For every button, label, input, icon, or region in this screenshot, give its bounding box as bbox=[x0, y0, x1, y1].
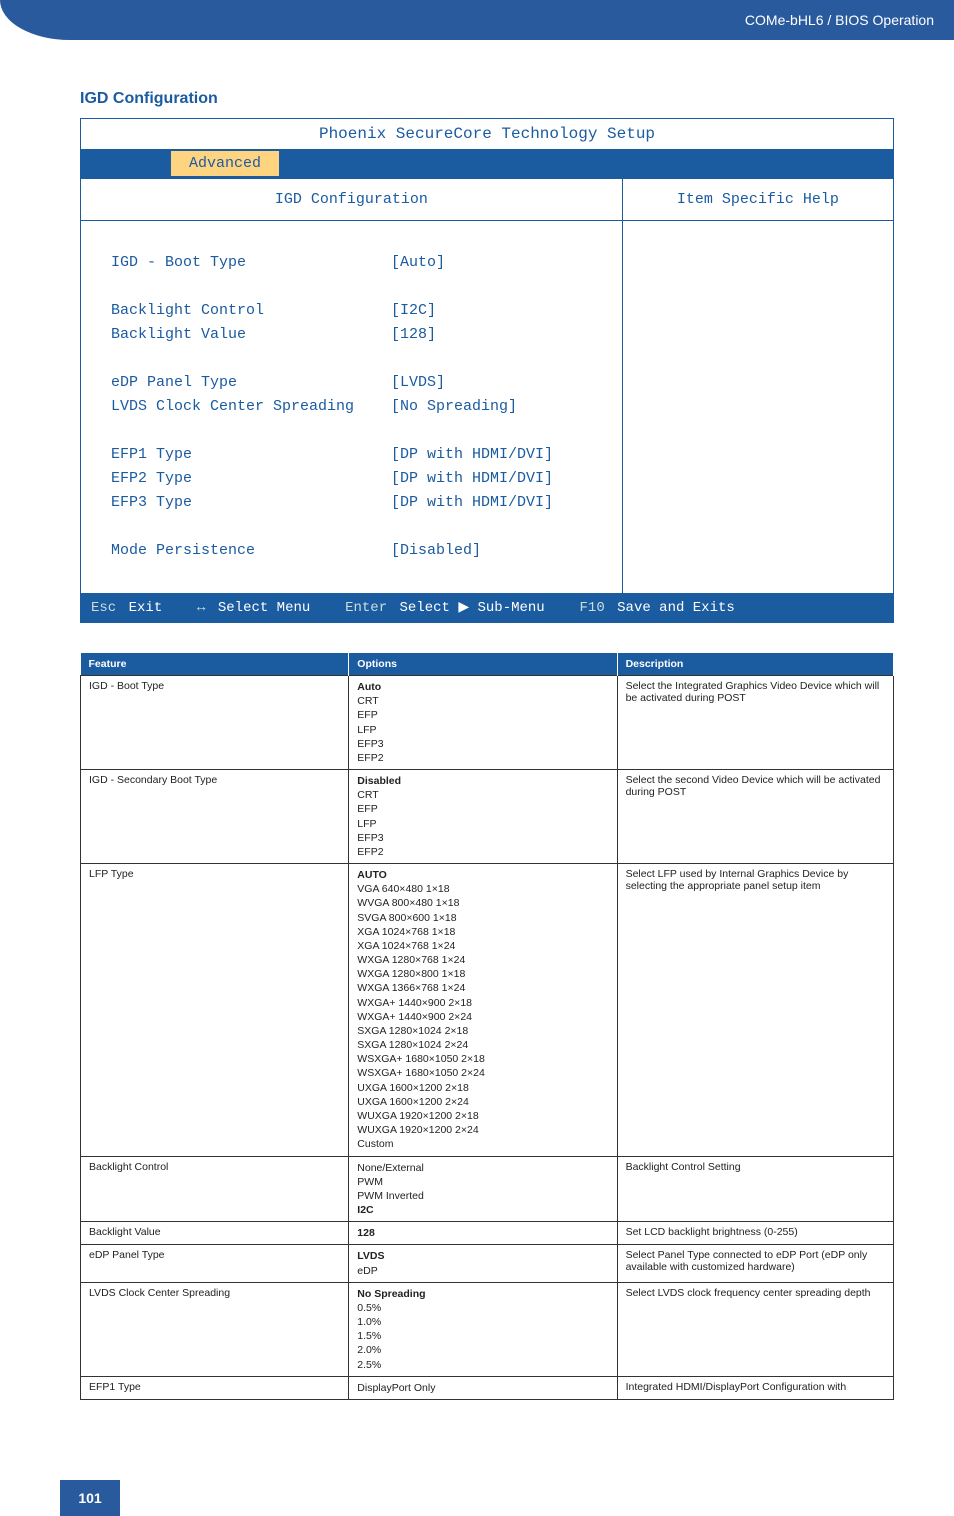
bios-main-panel: IGD Configuration IGD - Boot Type[Auto]B… bbox=[81, 179, 623, 593]
bios-help-panel: Item Specific Help bbox=[623, 179, 893, 593]
bios-setting-value: [DP with HDMI/DVI] bbox=[391, 443, 602, 467]
cell-options: LVDSeDP bbox=[349, 1245, 617, 1282]
table-header-row: Feature Options Description bbox=[81, 653, 894, 676]
cell-description: Select the second Video Device which wil… bbox=[617, 770, 893, 864]
cell-description: Select Panel Type connected to eDP Port … bbox=[617, 1245, 893, 1282]
cell-description: Select the Integrated Graphics Video Dev… bbox=[617, 676, 893, 770]
bios-setting-label: Mode Persistence bbox=[111, 539, 391, 563]
bios-key-f10: F10 bbox=[580, 600, 605, 616]
bios-body: IGD Configuration IGD - Boot Type[Auto]B… bbox=[81, 179, 893, 593]
bios-setting-value: [No Spreading] bbox=[391, 395, 602, 419]
cell-options: DisplayPort Only bbox=[349, 1376, 617, 1399]
table-row: LFP TypeAUTOVGA 640×480 1×18WVGA 800×480… bbox=[81, 864, 894, 1156]
bios-setting-row: Backlight Value[128] bbox=[111, 323, 602, 347]
bios-key-f10-label: Save and Exits bbox=[617, 600, 735, 616]
bios-setting-label: LVDS Clock Center Spreading bbox=[111, 395, 391, 419]
cell-options: No Spreading0.5%1.0%1.5%2.0%2.5% bbox=[349, 1282, 617, 1376]
table-row: IGD - Secondary Boot TypeDisabledCRTEFPL… bbox=[81, 770, 894, 864]
th-feature: Feature bbox=[81, 653, 349, 676]
bios-setting-value: [128] bbox=[391, 323, 602, 347]
cell-options: AUTOVGA 640×480 1×18WVGA 800×480 1×18SVG… bbox=[349, 864, 617, 1156]
bios-setting-label: eDP Panel Type bbox=[111, 371, 391, 395]
breadcrumb: COMe-bHL6 / BIOS Operation bbox=[745, 12, 934, 28]
bios-setting-value: [DP with HDMI/DVI] bbox=[391, 467, 602, 491]
cell-description: Select LFP used by Internal Graphics Dev… bbox=[617, 864, 893, 1156]
bios-setting-row: EFP2 Type[DP with HDMI/DVI] bbox=[111, 467, 602, 491]
cell-options: None/ExternalPWMPWM InvertedI2C bbox=[349, 1156, 617, 1222]
bios-setting-value: [I2C] bbox=[391, 299, 602, 323]
bios-settings: IGD - Boot Type[Auto]Backlight Control[I… bbox=[81, 221, 622, 593]
content: IGD Configuration Phoenix SecureCore Tec… bbox=[0, 40, 954, 1430]
bios-setting-label: EFP3 Type bbox=[111, 491, 391, 515]
bios-setting-label: IGD - Boot Type bbox=[111, 251, 391, 275]
bios-key-enter: Enter bbox=[345, 600, 387, 616]
table-row: eDP Panel TypeLVDSeDPSelect Panel Type c… bbox=[81, 1245, 894, 1282]
bios-setting-label: Backlight Value bbox=[111, 323, 391, 347]
feature-table: Feature Options Description IGD - Boot T… bbox=[80, 653, 894, 1400]
cell-description: Select LVDS clock frequency center sprea… bbox=[617, 1282, 893, 1376]
section-title: IGD Configuration bbox=[80, 90, 894, 108]
bios-key-esc-label: Exit bbox=[129, 600, 163, 616]
table-row: Backlight Value128Set LCD backlight brig… bbox=[81, 1222, 894, 1245]
bios-setting-row: Mode Persistence[Disabled] bbox=[111, 539, 602, 563]
bios-setting-row: IGD - Boot Type[Auto] bbox=[111, 251, 602, 275]
bios-setting-label: Backlight Control bbox=[111, 299, 391, 323]
cell-description: Set LCD backlight brightness (0-255) bbox=[617, 1222, 893, 1245]
bios-key-enter-label: Select ▶ Sub-Menu bbox=[400, 600, 545, 616]
bios-title: Phoenix SecureCore Technology Setup bbox=[81, 119, 893, 151]
bios-spacer bbox=[111, 275, 602, 299]
cell-feature: EFP1 Type bbox=[81, 1376, 349, 1399]
bios-footer: Esc Exit ↔ Select Menu Enter Select ▶ Su… bbox=[81, 593, 893, 622]
bios-tab-bar: Advanced bbox=[81, 151, 893, 179]
bios-setting-row: EFP3 Type[DP with HDMI/DVI] bbox=[111, 491, 602, 515]
bios-tab-advanced: Advanced bbox=[171, 151, 279, 176]
bios-setting-row: LVDS Clock Center Spreading[No Spreading… bbox=[111, 395, 602, 419]
header-bar: COMe-bHL6 / BIOS Operation bbox=[0, 0, 954, 40]
bios-setting-value: [DP with HDMI/DVI] bbox=[391, 491, 602, 515]
bios-setting-value: [Auto] bbox=[391, 251, 602, 275]
bios-key-arrows-label: Select Menu bbox=[218, 600, 310, 616]
bios-setting-row: eDP Panel Type[LVDS] bbox=[111, 371, 602, 395]
bios-setting-value: [Disabled] bbox=[391, 539, 602, 563]
cell-feature: IGD - Boot Type bbox=[81, 676, 349, 770]
table-row: Backlight ControlNone/ExternalPWMPWM Inv… bbox=[81, 1156, 894, 1222]
bios-spacer bbox=[111, 347, 602, 371]
bios-key-esc: Esc bbox=[91, 600, 116, 616]
cell-feature: Backlight Value bbox=[81, 1222, 349, 1245]
table-row: IGD - Boot TypeAutoCRTEFPLFPEFP3EFP2Sele… bbox=[81, 676, 894, 770]
bios-setting-row: Backlight Control[I2C] bbox=[111, 299, 602, 323]
bios-setting-row: EFP1 Type[DP with HDMI/DVI] bbox=[111, 443, 602, 467]
cell-feature: LFP Type bbox=[81, 864, 349, 1156]
cell-description: Integrated HDMI/DisplayPort Configuratio… bbox=[617, 1376, 893, 1399]
bios-setting-value: [LVDS] bbox=[391, 371, 602, 395]
cell-options: AutoCRTEFPLFPEFP3EFP2 bbox=[349, 676, 617, 770]
cell-options: 128 bbox=[349, 1222, 617, 1245]
bios-setting-label: EFP1 Type bbox=[111, 443, 391, 467]
table-row: EFP1 TypeDisplayPort OnlyIntegrated HDMI… bbox=[81, 1376, 894, 1399]
table-row: LVDS Clock Center SpreadingNo Spreading0… bbox=[81, 1282, 894, 1376]
page-number: 101 bbox=[60, 1480, 120, 1516]
cell-feature: IGD - Secondary Boot Type bbox=[81, 770, 349, 864]
bios-key-arrows: ↔ bbox=[197, 600, 205, 616]
bios-setting-label: EFP2 Type bbox=[111, 467, 391, 491]
bios-spacer bbox=[111, 419, 602, 443]
th-description: Description bbox=[617, 653, 893, 676]
th-options: Options bbox=[349, 653, 617, 676]
bios-panel-title: IGD Configuration bbox=[81, 179, 622, 221]
cell-feature: LVDS Clock Center Spreading bbox=[81, 1282, 349, 1376]
bios-screenshot: Phoenix SecureCore Technology Setup Adva… bbox=[80, 118, 894, 623]
cell-feature: eDP Panel Type bbox=[81, 1245, 349, 1282]
cell-description: Backlight Control Setting bbox=[617, 1156, 893, 1222]
bios-help-title: Item Specific Help bbox=[623, 179, 893, 221]
cell-options: DisabledCRTEFPLFPEFP3EFP2 bbox=[349, 770, 617, 864]
bios-spacer bbox=[111, 515, 602, 539]
cell-feature: Backlight Control bbox=[81, 1156, 349, 1222]
